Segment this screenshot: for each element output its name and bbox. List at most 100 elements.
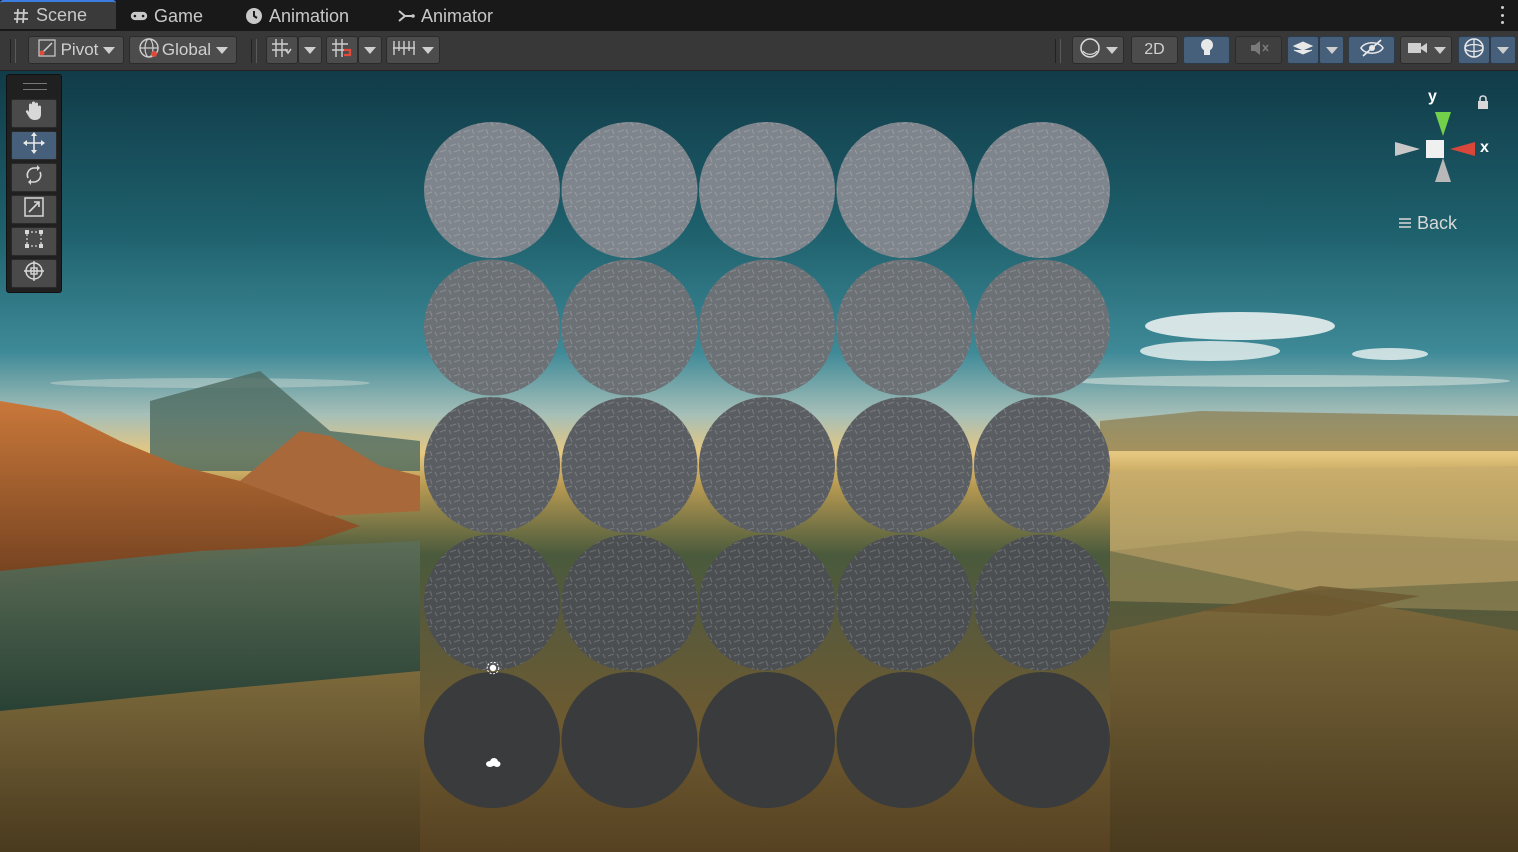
toggle-2d-button[interactable]: 2D	[1131, 36, 1178, 64]
hamburger-icon	[1398, 213, 1412, 234]
camera-settings-dropdown[interactable]	[1400, 36, 1452, 64]
x-axis-cone[interactable]	[1450, 142, 1475, 156]
move-arrows-icon	[22, 131, 46, 160]
global-dropdown[interactable]: Global	[129, 36, 237, 64]
light-icon[interactable]	[486, 661, 500, 675]
scene-viewport[interactable]: y x Back	[0, 71, 1518, 852]
scale-icon	[23, 196, 45, 223]
toolbar-grip[interactable]	[10, 39, 16, 63]
audio-toggle[interactable]	[1235, 36, 1282, 64]
chevron-down-icon	[1433, 46, 1446, 54]
toolbar-grip[interactable]	[251, 39, 257, 63]
transform-tool-button[interactable]	[11, 259, 57, 288]
layers-icon	[1292, 38, 1314, 63]
scene-toolbar: Pivot Global 2D	[0, 31, 1518, 71]
tab-label: Game	[154, 5, 204, 26]
draw-mode-dropdown[interactable]	[1072, 36, 1124, 64]
neg-x-axis-cone[interactable]	[1395, 142, 1420, 156]
chevron-down-icon	[1325, 46, 1338, 54]
grid-snap-toggle[interactable]	[266, 36, 298, 64]
rotate-icon	[23, 164, 45, 191]
sphere[interactable]	[561, 672, 698, 808]
rect-tool-button[interactable]	[11, 227, 57, 256]
neg-y-axis-cone[interactable]	[1435, 158, 1451, 182]
sphere-texture	[561, 534, 698, 671]
tab-label: Scene	[36, 5, 88, 25]
chevron-down-icon	[422, 46, 434, 54]
toggle-2d-label: 2D	[1144, 41, 1165, 58]
cloud-icon[interactable]	[485, 754, 501, 772]
y-axis-cone[interactable]	[1435, 112, 1451, 136]
rotate-tool-button[interactable]	[11, 163, 57, 192]
sphere[interactable]	[836, 672, 973, 808]
tab-game[interactable]: Game	[118, 1, 203, 31]
effects-toggle[interactable]	[1287, 36, 1319, 64]
lock-icon[interactable]	[1477, 95, 1489, 114]
sphere-grid	[424, 122, 1110, 808]
pivot-label: Pivot	[60, 40, 99, 59]
sphere-texture	[561, 259, 698, 396]
tab-animation[interactable]: Animation	[233, 1, 349, 31]
pivot-icon	[37, 38, 57, 63]
scale-tool-button[interactable]	[11, 195, 57, 224]
sphere-texture	[561, 397, 698, 533]
sphere-texture	[424, 122, 560, 258]
x-axis-label: x	[1480, 139, 1489, 156]
hash-icon	[12, 7, 30, 25]
lightbulb-icon	[1199, 37, 1215, 64]
tab-label: Animator	[421, 5, 494, 26]
animator-icon	[397, 7, 415, 25]
sphere[interactable]	[424, 672, 560, 808]
sphere-texture	[974, 397, 1110, 533]
global-label: Global	[161, 40, 212, 59]
globe-icon	[138, 37, 160, 64]
ruler-dropdown[interactable]	[386, 36, 440, 64]
chevron-down-icon	[364, 46, 376, 54]
chevron-down-icon	[1497, 46, 1509, 54]
scene-window: Scene Game Animation Animator Pivot Glob…	[0, 0, 1518, 852]
toolbar-grip[interactable]	[1055, 39, 1061, 63]
transform-icon	[22, 259, 46, 288]
lighting-toggle[interactable]	[1183, 36, 1230, 64]
tool-palette	[6, 74, 62, 293]
hidden-objects-toggle[interactable]	[1348, 36, 1395, 64]
more-options-icon[interactable]	[1500, 6, 1504, 24]
hand-tool-button[interactable]	[11, 99, 57, 128]
tab-label: Animation	[269, 5, 350, 26]
gizmos-toggle[interactable]	[1458, 36, 1490, 64]
move-tool-button[interactable]	[11, 131, 57, 160]
grid-snap-dropdown[interactable]	[298, 36, 322, 64]
clock-icon	[245, 7, 263, 25]
sphere-texture	[974, 534, 1110, 671]
gizmo-globe-icon	[1463, 37, 1485, 64]
y-axis-label: y	[1428, 88, 1437, 105]
speaker-muted-icon	[1248, 38, 1270, 63]
chevron-down-icon	[1105, 46, 1118, 54]
gizmos-dropdown[interactable]	[1490, 36, 1516, 64]
sphere-texture	[836, 122, 973, 258]
tab-animator[interactable]: Animator	[385, 1, 493, 31]
camera-icon	[1407, 40, 1429, 61]
pivot-dropdown[interactable]: Pivot	[28, 36, 124, 64]
view-direction-label: Back	[1417, 213, 1458, 233]
sphere[interactable]	[974, 672, 1110, 808]
shaded-sphere-icon	[1079, 37, 1101, 64]
palette-grip[interactable]	[23, 83, 47, 90]
sphere-texture	[699, 397, 835, 533]
sphere-texture	[699, 122, 835, 258]
sphere-texture	[974, 122, 1110, 258]
sphere-texture	[836, 534, 973, 671]
view-direction-button[interactable]: Back	[1398, 213, 1457, 234]
chevron-down-icon	[216, 46, 229, 54]
sphere-texture	[561, 122, 698, 258]
sphere-texture	[974, 259, 1110, 396]
sphere[interactable]	[699, 672, 835, 808]
increment-snap-toggle[interactable]	[326, 36, 358, 64]
increment-snap-dropdown[interactable]	[358, 36, 382, 64]
tab-scene[interactable]: Scene	[0, 0, 116, 29]
sphere-texture	[424, 259, 560, 396]
effects-dropdown[interactable]	[1319, 36, 1344, 64]
eye-off-icon	[1359, 38, 1385, 63]
gizmo-center-cube[interactable]	[1426, 140, 1444, 158]
sphere-texture	[699, 259, 835, 396]
